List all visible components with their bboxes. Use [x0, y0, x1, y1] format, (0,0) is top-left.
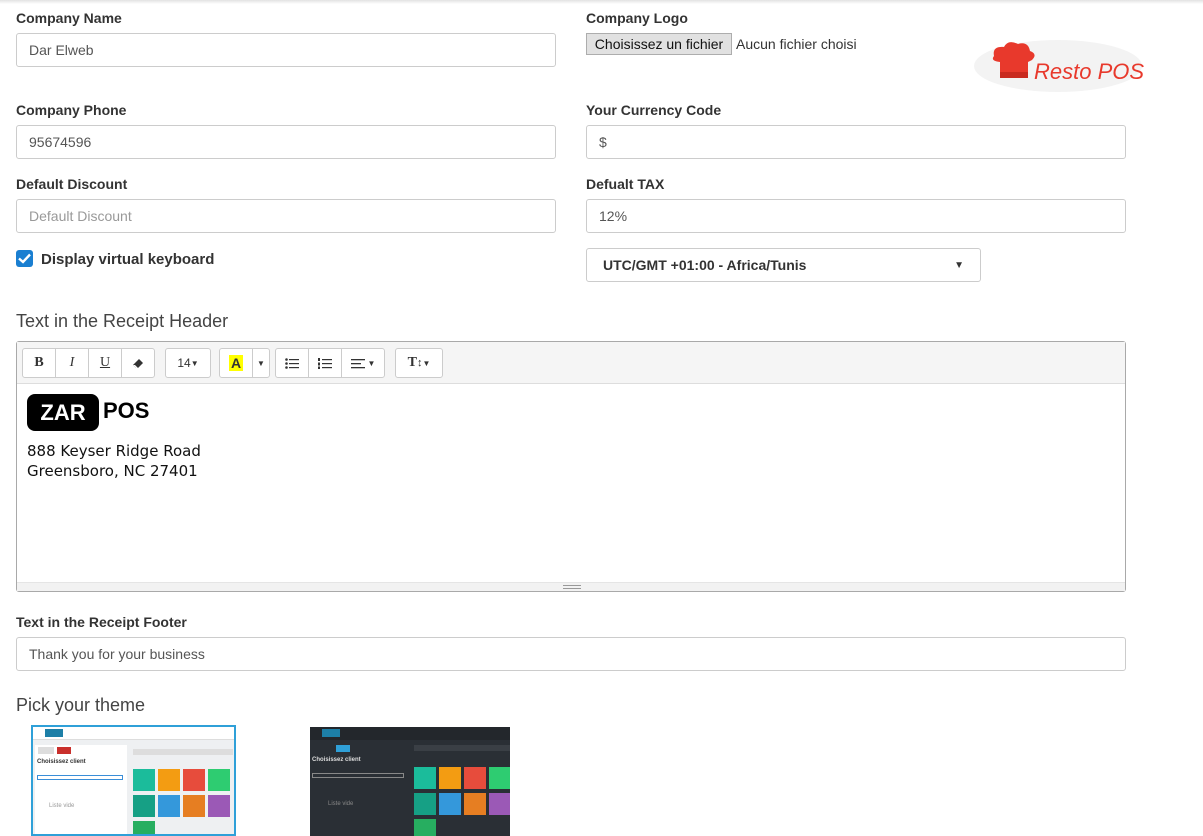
theme-dark-thumbnail[interactable]: Choisissez client Liste vide	[310, 727, 510, 836]
theme-light-left-panel: Choisissez client Liste vide	[35, 745, 127, 834]
bullet-list-icon	[285, 357, 299, 369]
theme-light-thumbnail[interactable]: Choisissez client Liste vide	[31, 725, 236, 836]
tile-green-2	[414, 819, 436, 836]
choose-file-button[interactable]: Choisissez un fichier	[586, 33, 732, 55]
virtual-keyboard-label: Display virtual keyboard	[41, 251, 215, 268]
text-color-button[interactable]: A	[219, 348, 253, 378]
tile-blue	[439, 793, 461, 815]
default-discount-input[interactable]	[16, 199, 556, 233]
resto-pos-logo-icon: Resto POS	[974, 40, 1144, 92]
tile-dark-teal	[414, 793, 436, 815]
text-color-letter: A	[228, 355, 244, 371]
grip-icon	[563, 585, 581, 589]
tile-teal	[414, 767, 436, 789]
pick-theme-title: Pick your theme	[16, 695, 146, 715]
company-name-label: Company Name	[16, 10, 122, 26]
theme-dark-logo	[322, 729, 340, 737]
chevron-down-icon: ▼	[954, 259, 964, 271]
zar-logo-text: ZAR	[27, 394, 99, 431]
chevron-down-icon: ▼	[422, 358, 431, 368]
tile-green-2	[133, 821, 155, 834]
theme-light-logo	[45, 729, 63, 737]
theme-dark-left-panel: Choisissez client Liste vide	[310, 743, 408, 836]
theme-light-tiles	[133, 749, 233, 834]
tile-amber	[464, 793, 486, 815]
theme-light-navbar	[33, 727, 234, 740]
text-height-letter: T	[407, 355, 417, 370]
currency-code-input[interactable]	[586, 125, 1126, 159]
numbered-list-icon	[318, 357, 332, 369]
tile-orange	[439, 767, 461, 789]
tile-blue	[158, 795, 180, 817]
tile-red	[464, 767, 486, 789]
theme-dark-category-bar	[414, 745, 510, 751]
paragraph-align-dropdown[interactable]: ▼	[341, 348, 385, 378]
editor-toolbar: B I U 14 ▼ A ▼ ▼ T ↕ ▼	[17, 342, 1125, 384]
address-line-2: Greensboro, NC 27401	[27, 462, 198, 480]
currency-code-label: Your Currency Code	[586, 102, 722, 118]
pos-logo-text: POS	[103, 398, 150, 423]
theme-light-tab	[38, 747, 54, 754]
unordered-list-button[interactable]	[275, 348, 309, 378]
tile-green	[208, 769, 230, 791]
bold-button[interactable]: B	[22, 348, 56, 378]
tile-purple	[489, 793, 510, 815]
tile-red	[183, 769, 205, 791]
company-phone-label: Company Phone	[16, 102, 127, 118]
chevron-down-icon: ▼	[257, 358, 265, 368]
tile-purple	[208, 795, 230, 817]
eraser-button[interactable]	[121, 348, 155, 378]
company-logo-image: Resto POS	[972, 36, 1144, 96]
theme-dark-tiles	[414, 745, 510, 836]
theme-dark-client-label: Choisissez client	[312, 757, 361, 763]
address-line-1: 888 Keyser Ridge Road	[27, 442, 201, 460]
default-discount-label: Default Discount	[16, 176, 128, 192]
default-tax-label: Defualt TAX	[586, 176, 665, 192]
company-logo-label: Company Logo	[586, 10, 688, 26]
file-status-text: Aucun fichier choisi	[736, 36, 857, 52]
editor-resize-handle[interactable]	[17, 582, 1125, 591]
receipt-footer-input[interactable]	[16, 637, 1126, 671]
chevron-down-icon: ▼	[190, 358, 199, 368]
color-dropdown-toggle[interactable]: ▼	[252, 348, 270, 378]
eraser-icon	[133, 359, 143, 368]
company-phone-input[interactable]	[16, 125, 556, 159]
receipt-header-title: Text in the Receipt Header	[16, 311, 229, 331]
theme-light-client-label: Choisissez client	[37, 759, 86, 765]
theme-dark-tab-active	[336, 745, 350, 752]
receipt-header-editor[interactable]: B I U 14 ▼ A ▼ ▼ T ↕ ▼ ZAR POS 888 Keyse…	[16, 341, 1126, 592]
theme-light-search	[37, 775, 123, 780]
tile-orange	[158, 769, 180, 791]
italic-button[interactable]: I	[55, 348, 89, 378]
font-size-dropdown[interactable]: 14 ▼	[165, 348, 211, 378]
tile-teal	[133, 769, 155, 791]
theme-light-category-bar	[133, 749, 233, 755]
tile-green	[489, 767, 510, 789]
line-height-dropdown[interactable]: T ↕ ▼	[395, 348, 443, 378]
tile-amber	[183, 795, 205, 817]
timezone-select[interactable]: UTC/GMT +01:00 - Africa/Tunis ▼	[586, 248, 981, 282]
theme-light-tab-active	[57, 747, 71, 754]
chevron-down-icon: ▼	[367, 358, 376, 368]
font-size-value: 14	[177, 356, 191, 370]
theme-dark-empty-label: Liste vide	[328, 801, 354, 807]
virtual-keyboard-checkbox[interactable]	[16, 250, 33, 267]
align-left-icon	[350, 358, 365, 368]
underline-button[interactable]: U	[88, 348, 122, 378]
theme-dark-search	[312, 773, 404, 778]
receipt-footer-label: Text in the Receipt Footer	[16, 614, 187, 630]
resto-pos-logo-text: Resto POS	[1034, 59, 1144, 84]
default-tax-input[interactable]	[586, 199, 1126, 233]
timezone-selected-value: UTC/GMT +01:00 - Africa/Tunis	[603, 257, 807, 273]
theme-light-empty-label: Liste vide	[49, 803, 75, 809]
checkmark-icon	[18, 253, 31, 264]
company-name-input[interactable]	[16, 33, 556, 67]
top-shadow	[0, 0, 1203, 4]
tile-dark-teal	[133, 795, 155, 817]
ordered-list-button[interactable]	[308, 348, 342, 378]
theme-dark-navbar	[310, 727, 510, 740]
